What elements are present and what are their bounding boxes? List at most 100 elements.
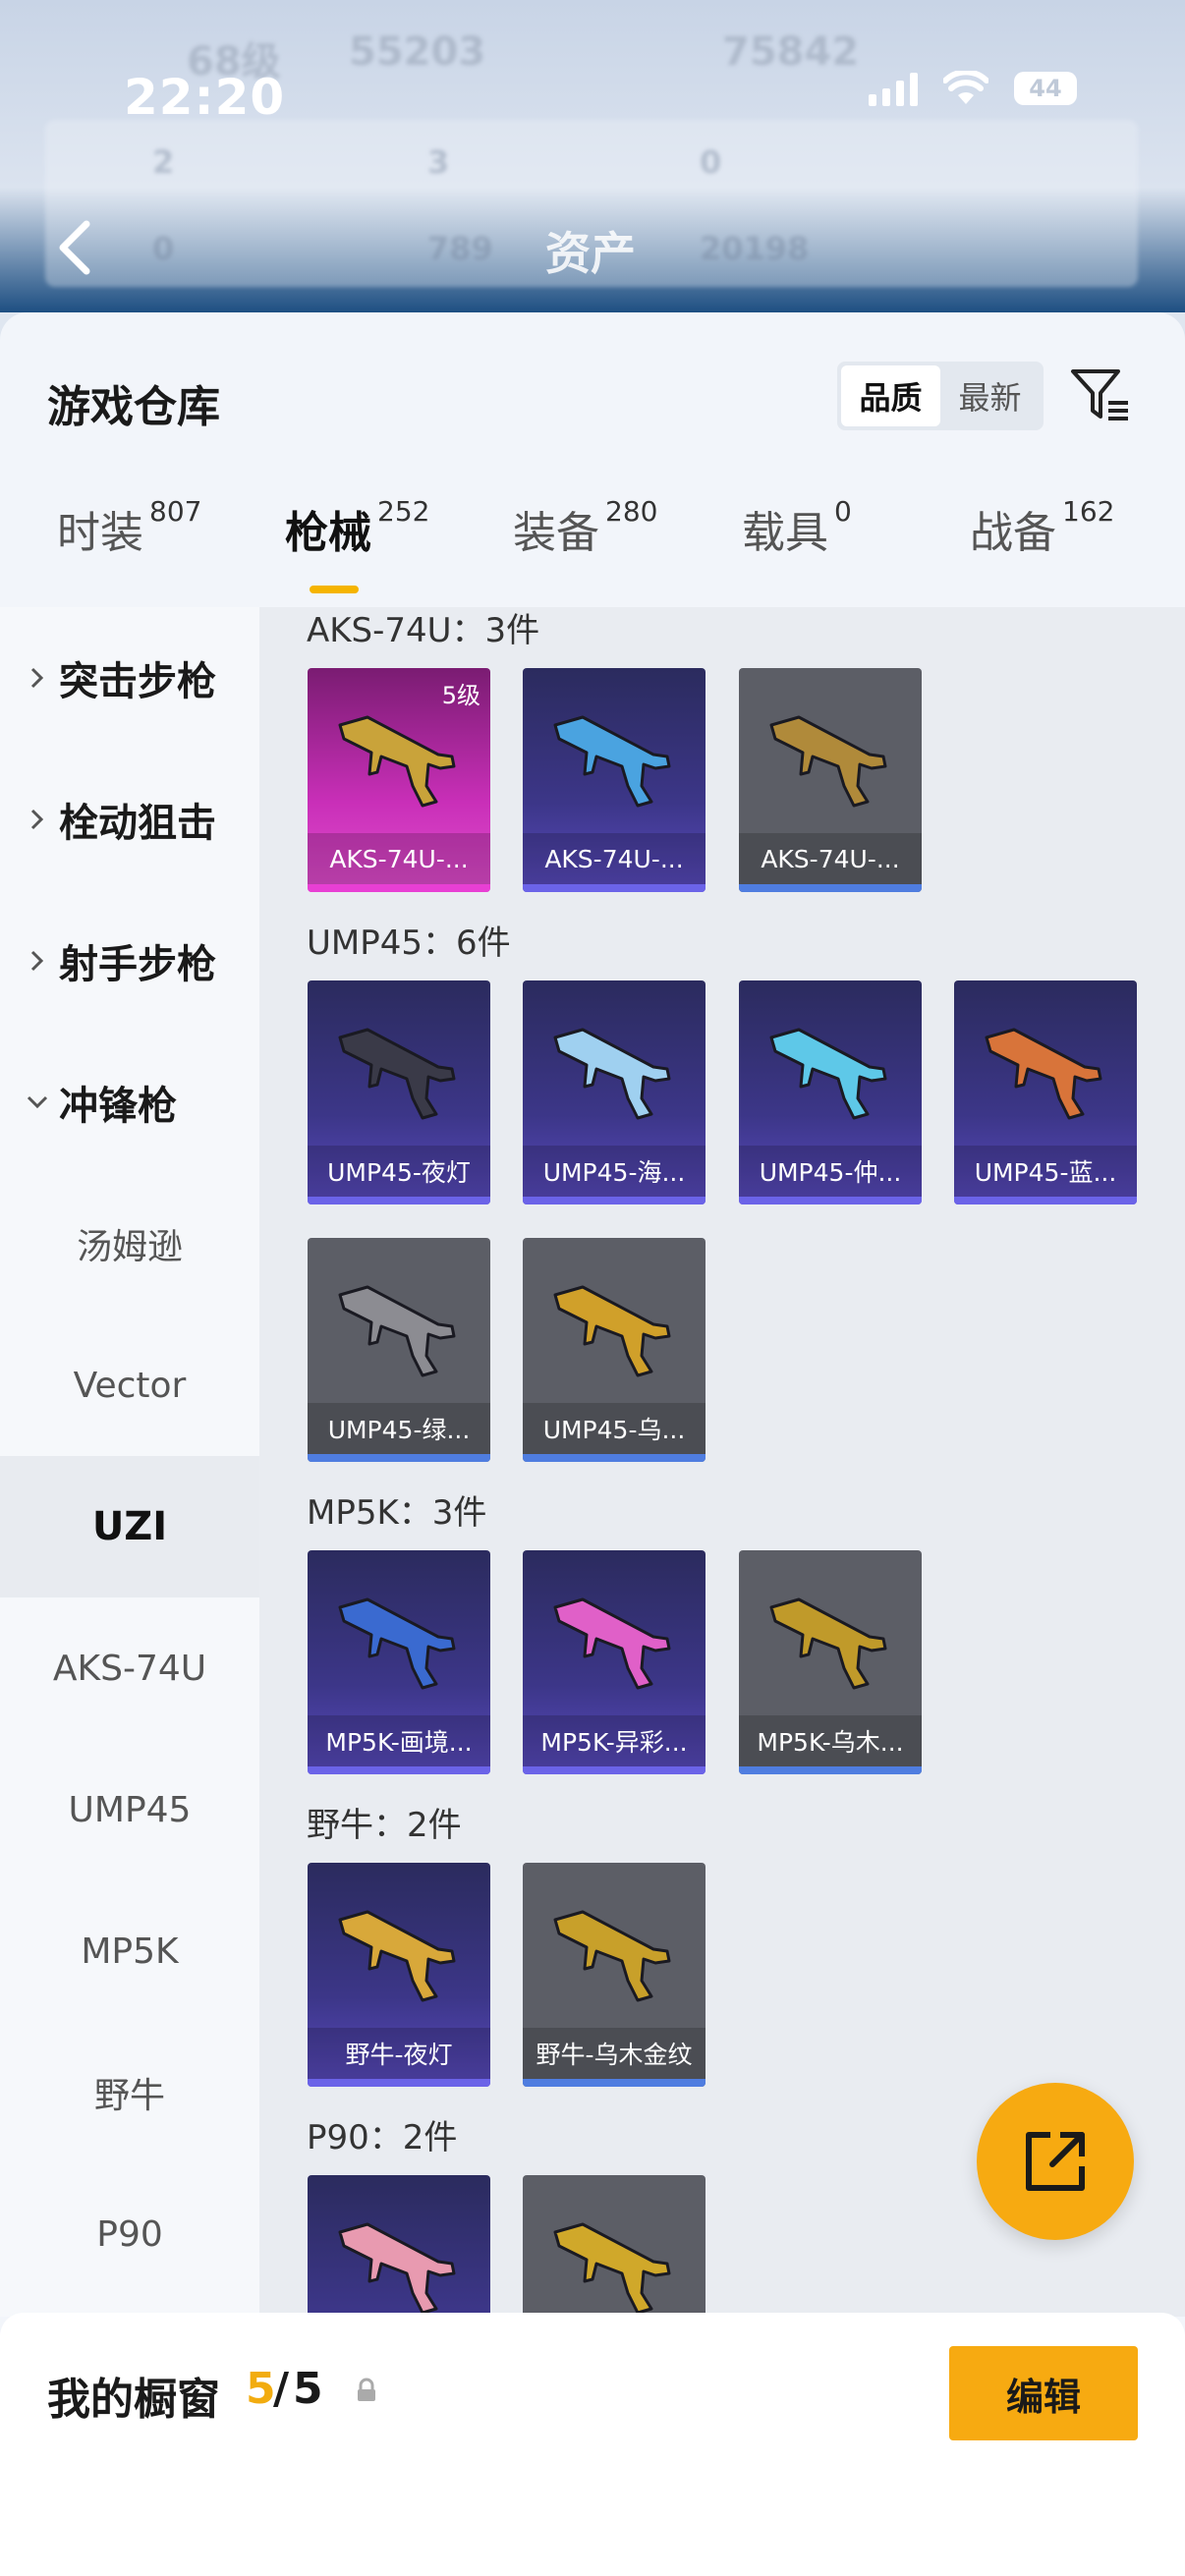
tab-label: 枪械 xyxy=(285,508,371,558)
sidebar-item-ump45[interactable]: UMP45 xyxy=(0,1739,259,1880)
tab-equipment[interactable]: 装备 280 xyxy=(513,495,657,560)
weapon-card[interactable]: UMP45-夜灯 xyxy=(308,980,490,1204)
group-title-aks74u: AKS-74U：3件 xyxy=(307,611,540,650)
rarity-bar xyxy=(308,1454,490,1462)
sidebar-item-bizon[interactable]: 野牛 xyxy=(0,2022,259,2163)
weapon-card-name: UMP45-仲... xyxy=(739,1146,922,1197)
sidebar-category-label: 射手步枪 xyxy=(59,942,216,987)
weapon-card[interactable]: 野牛-夜灯 xyxy=(308,1863,490,2087)
gun-skin-icon xyxy=(769,1028,887,1120)
weapon-card[interactable]: 野牛-乌木金纹 xyxy=(523,1863,705,2087)
weapon-card[interactable]: UMP45-仲... xyxy=(739,980,922,1204)
sort-newest-button[interactable]: 最新 xyxy=(940,365,1040,426)
warehouse-sheet: 游戏仓库 品质 最新 时装 807 枪械 252 装备 280 载具 0 战备 … xyxy=(0,312,1185,2576)
category-tabs: 时装 807 枪械 252 装备 280 载具 0 战备 162 xyxy=(0,495,1185,605)
weapon-card[interactable] xyxy=(308,2175,490,2317)
share-icon xyxy=(1026,2132,1085,2191)
showcase-bar: 我的橱窗 5 / 5 编辑 xyxy=(0,2313,1185,2576)
rarity-bar xyxy=(739,1766,922,1774)
rarity-bar xyxy=(523,884,705,892)
filter-icon[interactable] xyxy=(1069,364,1132,426)
tab-count: 0 xyxy=(834,495,852,528)
blur-score: 75842 xyxy=(722,29,860,75)
tab-label: 装备 xyxy=(513,508,599,558)
showcase-separator: / xyxy=(273,2364,290,2414)
weapon-card[interactable]: AKS-74U-... xyxy=(523,668,705,892)
showcase-max-count: 5 xyxy=(293,2364,323,2414)
rarity-bar xyxy=(523,2079,705,2087)
weapon-card-name: UMP45-蓝... xyxy=(954,1146,1137,1197)
sidebar-category-marksman-rifle[interactable]: 射手步枪 xyxy=(0,890,259,1032)
blur-stat-6: 20198 xyxy=(700,230,810,267)
weapon-card[interactable] xyxy=(523,2175,705,2317)
tab-fashion[interactable]: 时装 807 xyxy=(57,495,201,560)
gun-skin-icon xyxy=(985,1028,1102,1120)
sidebar-item-vector[interactable]: Vector xyxy=(0,1315,259,1456)
chevron-right-icon xyxy=(30,950,44,972)
weapon-type-sidebar: 突击步枪 栓动狙击 射手步枪 冲锋枪 汤姆逊 Vector UZI AKS-74… xyxy=(0,607,259,2317)
weapon-card[interactable]: 5级 AKS-74U-... xyxy=(308,668,490,892)
weapon-card[interactable]: MP5K-乌木... xyxy=(739,1550,922,1774)
weapon-card[interactable]: AKS-74U-... xyxy=(739,668,922,892)
battery-icon: 44 xyxy=(1014,72,1077,105)
gun-skin-icon xyxy=(338,1028,456,1120)
gun-skin-icon xyxy=(553,1028,671,1120)
back-arrow-icon[interactable] xyxy=(47,218,106,277)
weapon-card[interactable]: UMP45-乌... xyxy=(523,1238,705,1462)
cellular-signal-icon xyxy=(869,71,918,106)
weapon-card[interactable]: UMP45-海... xyxy=(523,980,705,1204)
rarity-bar xyxy=(308,1197,490,1204)
weapon-card-name: UMP45-绿... xyxy=(308,1403,490,1454)
background-header: 68级 55203 75842 2 3 0 0 789 20198 22:20 … xyxy=(0,0,1185,312)
sort-quality-button[interactable]: 品质 xyxy=(841,365,940,426)
gun-skin-icon xyxy=(338,1285,456,1377)
group-title-ump45: UMP45：6件 xyxy=(307,924,511,963)
weapon-card[interactable]: MP5K-画境... xyxy=(308,1550,490,1774)
sort-toggle: 品质 最新 xyxy=(837,362,1044,430)
sidebar-category-label: 栓动狙击 xyxy=(59,801,216,846)
tab-firearms[interactable]: 枪械 252 xyxy=(285,495,430,560)
gun-skin-icon xyxy=(553,715,671,808)
wifi-icon xyxy=(943,71,988,104)
sidebar-item-uzi[interactable]: UZI xyxy=(0,1456,259,1597)
weapon-card[interactable]: MP5K-异彩... xyxy=(523,1550,705,1774)
background-title: 资产 xyxy=(545,227,636,280)
share-button[interactable] xyxy=(977,2083,1134,2240)
active-tab-indicator xyxy=(310,586,359,593)
rarity-bar xyxy=(308,884,490,892)
weapon-card[interactable]: UMP45-蓝... xyxy=(954,980,1137,1204)
sidebar-item-mp5k[interactable]: MP5K xyxy=(0,1880,259,2022)
group-title-bizon: 野牛：2件 xyxy=(307,1806,462,1845)
tab-label: 载具 xyxy=(742,508,828,558)
sidebar-category-bolt-sniper[interactable]: 栓动狙击 xyxy=(0,749,259,890)
chevron-right-icon xyxy=(30,809,44,830)
sidebar-item-aks74u[interactable]: AKS-74U xyxy=(0,1597,259,1739)
level-badge: 5级 xyxy=(441,682,480,709)
edit-button[interactable]: 编辑 xyxy=(949,2346,1138,2440)
sidebar-item-p90[interactable]: P90 xyxy=(0,2163,259,2305)
weapon-card-name: 野牛-乌木金纹 xyxy=(523,2028,705,2079)
blur-stat-1: 2 xyxy=(152,143,175,181)
sidebar-category-assault-rifle[interactable]: 突击步枪 xyxy=(0,607,259,749)
gun-skin-icon xyxy=(338,1597,456,1690)
status-icons: 44 xyxy=(869,71,1077,106)
weapon-card-name: UMP45-海... xyxy=(523,1146,705,1197)
weapon-card-name: UMP45-乌... xyxy=(523,1403,705,1454)
gun-skin-icon xyxy=(338,715,456,808)
gun-skin-icon xyxy=(553,1285,671,1377)
group-title-mp5k: MP5K：3件 xyxy=(307,1493,487,1533)
sidebar-category-smg[interactable]: 冲锋枪 xyxy=(0,1032,259,1173)
sidebar-item-thompson[interactable]: 汤姆逊 xyxy=(0,1173,259,1315)
weapon-card-name: 野牛-夜灯 xyxy=(308,2028,490,2079)
tab-vehicles[interactable]: 载具 0 xyxy=(742,495,852,560)
gun-skin-icon xyxy=(553,1910,671,2002)
weapon-card[interactable]: UMP45-绿... xyxy=(308,1238,490,1462)
tab-supplies[interactable]: 战备 162 xyxy=(970,495,1114,560)
rarity-bar xyxy=(523,1766,705,1774)
tab-count: 252 xyxy=(377,495,430,528)
rarity-bar xyxy=(308,2079,490,2087)
blur-stat-5: 789 xyxy=(427,230,493,267)
showcase-label: 我的橱窗 xyxy=(47,2375,220,2425)
tab-label: 战备 xyxy=(970,508,1056,558)
blur-stat-4: 0 xyxy=(152,230,175,267)
